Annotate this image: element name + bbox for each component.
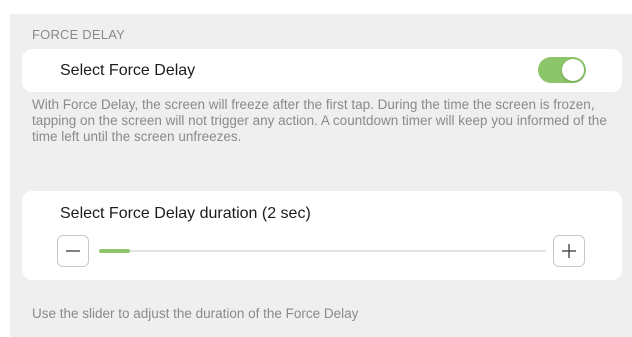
duration-slider-fill [99, 249, 131, 253]
plus-icon [562, 244, 576, 258]
force-delay-description: With Force Delay, the screen will freeze… [32, 97, 607, 144]
force-delay-duration-label: Select Force Delay duration (2 sec) [60, 205, 311, 222]
toggle-knob [562, 59, 584, 81]
minus-icon [66, 250, 80, 252]
force-delay-toggle[interactable] [538, 57, 586, 83]
force-delay-toggle-row: Select Force Delay [22, 49, 622, 92]
section-header: FORCE DELAY [32, 27, 125, 42]
slider-hint: Use the slider to adjust the duration of… [32, 306, 359, 321]
duration-slider[interactable] [99, 249, 546, 253]
force-delay-duration-row: Select Force Delay duration (2 sec) [22, 191, 622, 280]
decrease-duration-button[interactable] [57, 235, 89, 267]
force-delay-toggle-label: Select Force Delay [60, 62, 196, 79]
increase-duration-button[interactable] [553, 235, 585, 267]
